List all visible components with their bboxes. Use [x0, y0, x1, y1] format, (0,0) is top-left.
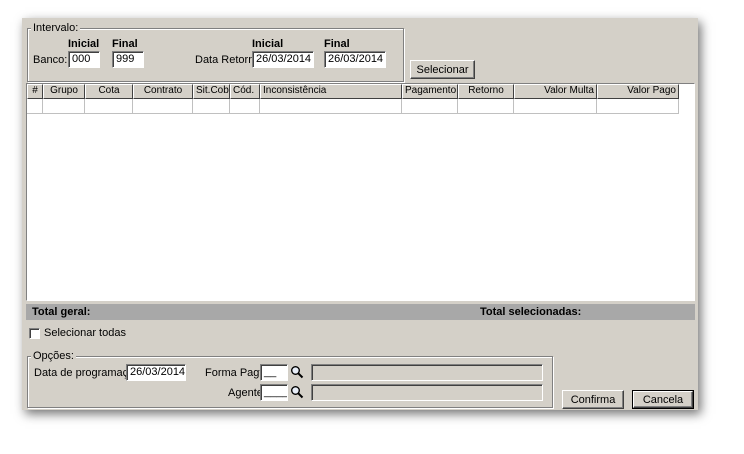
banco-inicial-label: Inicial	[68, 38, 100, 50]
table-cell	[230, 99, 260, 114]
col-header-valor-multa[interactable]: Valor Multa	[514, 84, 597, 99]
cancela-button[interactable]: Cancela	[632, 390, 694, 409]
results-table[interactable]: # Grupo Cota Contrato Sit.Cobr. Cód. Inc…	[26, 83, 695, 301]
total-geral-label: Total geral:	[32, 306, 91, 318]
agente-input[interactable]: ____	[260, 384, 288, 401]
table-row[interactable]	[27, 99, 679, 114]
intervalo-legend: Intervalo:	[31, 22, 81, 34]
table-header: # Grupo Cota Contrato Sit.Cobr. Cód. Inc…	[27, 84, 679, 99]
confirma-button[interactable]: Confirma	[562, 390, 624, 409]
col-header-contrato[interactable]: Contrato	[133, 84, 193, 99]
forma-pagto-input[interactable]: __	[260, 364, 288, 381]
col-header-cota[interactable]: Cota	[85, 84, 133, 99]
table-cell	[458, 99, 514, 114]
col-header-inconsistencia[interactable]: Inconsistência	[260, 84, 402, 99]
agente-description-field	[311, 384, 543, 401]
table-cell	[27, 99, 43, 114]
selecionar-todas-checkbox[interactable]	[29, 328, 40, 339]
data-final-label: Final	[324, 38, 350, 50]
col-header-valor-pago[interactable]: Valor Pago	[597, 84, 679, 99]
table-cell	[133, 99, 193, 114]
forma-pagto-description-field	[311, 364, 543, 381]
col-header-index[interactable]: #	[27, 84, 43, 99]
banco-final-input[interactable]: 999	[112, 51, 144, 68]
selecionar-button[interactable]: Selecionar	[410, 60, 475, 79]
opcoes-legend: Opções:	[31, 350, 76, 362]
banco-label: Banco:	[33, 54, 68, 66]
forma-pagto-search-icon[interactable]	[290, 365, 304, 379]
agente-search-icon[interactable]	[290, 385, 304, 399]
col-header-pagamento[interactable]: Pagamento	[402, 84, 458, 99]
table-cell	[193, 99, 230, 114]
banco-inicial-input[interactable]: 000	[68, 51, 100, 68]
data-programacao-input[interactable]: 26/03/2014	[126, 364, 186, 381]
banco-final-label: Final	[112, 38, 138, 50]
data-inicial-label: Inicial	[252, 38, 284, 50]
window: Intervalo: Inicial Final Banco: 000 999 …	[22, 18, 698, 410]
totals-bar: Total geral: Total selecionadas:	[26, 304, 695, 320]
col-header-cod[interactable]: Cód.	[230, 84, 260, 99]
total-selecionadas-label: Total selecionadas:	[480, 306, 582, 318]
table-cell	[597, 99, 679, 114]
table-cell	[43, 99, 85, 114]
col-header-grupo[interactable]: Grupo	[43, 84, 85, 99]
table-cell	[85, 99, 133, 114]
col-header-retorno[interactable]: Retorno	[458, 84, 514, 99]
table-cell	[514, 99, 597, 114]
table-cell	[260, 99, 402, 114]
selecionar-todas-label[interactable]: Selecionar todas	[44, 326, 126, 340]
data-retorno-final-input[interactable]: 26/03/2014	[324, 51, 386, 68]
data-retorno-inicial-input[interactable]: 26/03/2014	[252, 51, 314, 68]
table-cell	[402, 99, 458, 114]
col-header-sit-cobr[interactable]: Sit.Cobr.	[193, 84, 230, 99]
